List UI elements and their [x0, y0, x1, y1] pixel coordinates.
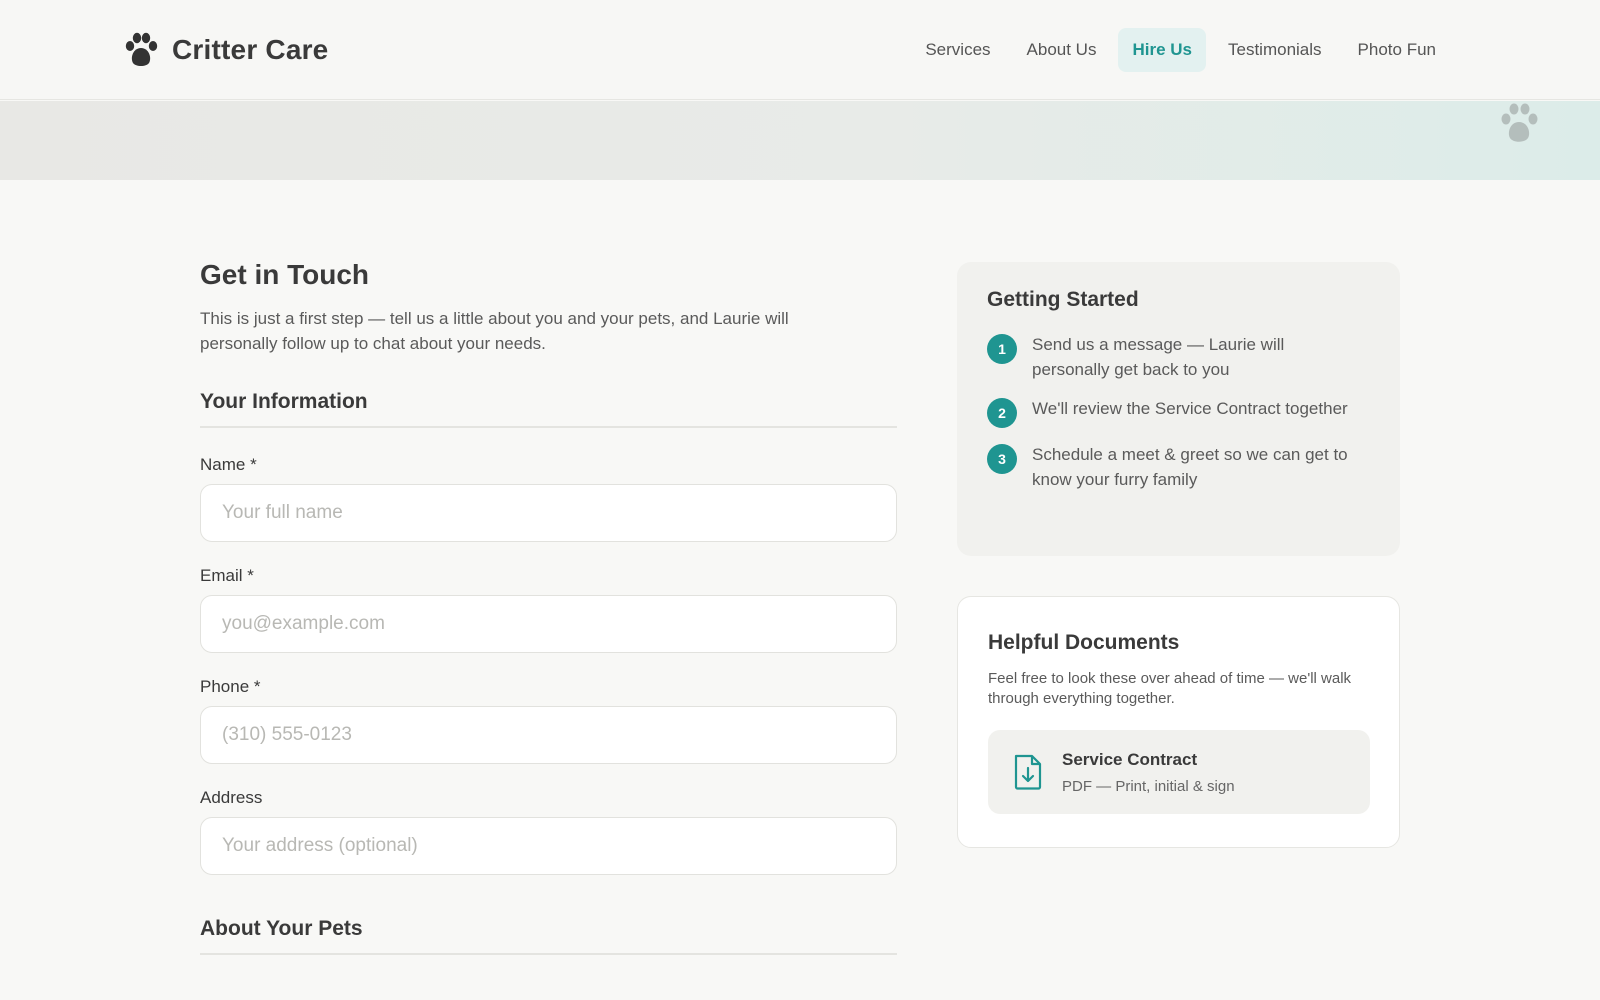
address-input[interactable] [200, 816, 897, 875]
contact-form-section: Get in Touch This is just a first step —… [200, 258, 897, 955]
address-label: Address [200, 787, 263, 807]
steps-list: 1 Send us a message — Laurie will person… [987, 332, 1370, 492]
brand-logo[interactable]: Critter Care [124, 28, 328, 72]
doc-title: Service Contract [1062, 749, 1198, 769]
name-field-group: Name * [200, 455, 897, 542]
brand-name: Critter Care [172, 34, 329, 65]
helpful-documents-card: Helpful Documents Feel free to look thes… [957, 596, 1400, 848]
hero-banner [0, 101, 1600, 180]
phone-field-group: Phone * [200, 677, 897, 764]
main-nav: Services About Us Hire Us Testimonials P… [911, 28, 1450, 72]
step-item: 3 Schedule a meet & greet so we can get … [987, 442, 1370, 492]
step-number-badge: 3 [987, 444, 1017, 474]
email-field-group: Email * [200, 566, 897, 653]
phone-label: Phone * [200, 676, 261, 696]
step-item: 1 Send us a message — Laurie will person… [987, 332, 1370, 382]
phone-input[interactable] [200, 705, 897, 764]
getting-started-card: Getting Started 1 Send us a message — La… [957, 262, 1400, 556]
doc-subtitle: PDF — Print, initial & sign [1062, 777, 1235, 795]
doc-text: Service Contract PDF — Print, initial & … [1062, 750, 1235, 795]
page-title: Get in Touch [200, 259, 370, 290]
name-input[interactable] [200, 483, 897, 542]
helpful-documents-title: Helpful Documents [988, 631, 1180, 654]
paw-decoration-icon [1501, 103, 1538, 142]
email-label: Email * [200, 565, 254, 585]
step-text: Send us a message — Laurie will personal… [1032, 335, 1285, 379]
step-number-badge: 1 [987, 334, 1017, 364]
nav-item-hire-us[interactable]: Hire Us [1118, 28, 1206, 72]
nav-item-photo-fun[interactable]: Photo Fun [1344, 28, 1450, 72]
section-title-about-your-pets: About Your Pets [200, 917, 897, 955]
helpful-documents-description: Feel free to look these over ahead of ti… [988, 670, 1352, 707]
step-number-badge: 2 [987, 398, 1017, 428]
paw-icon [125, 32, 158, 66]
service-contract-download[interactable]: Service Contract PDF — Print, initial & … [988, 730, 1370, 814]
step-text: We'll review the Service Contract togeth… [1032, 399, 1348, 418]
file-download-icon [1014, 754, 1042, 790]
step-text: Schedule a meet & greet so we can get to… [1032, 445, 1348, 489]
nav-item-testimonials[interactable]: Testimonials [1214, 28, 1336, 72]
section-title-your-information: Your Information [200, 390, 897, 428]
name-label: Name * [200, 454, 257, 474]
address-field-group: Address [200, 788, 897, 875]
getting-started-title: Getting Started [987, 288, 1139, 311]
step-item: 2 We'll review the Service Contract toge… [987, 396, 1370, 428]
intro-text: This is just a first step — tell us a li… [200, 308, 789, 353]
nav-item-services[interactable]: Services [911, 28, 1004, 72]
nav-item-about-us[interactable]: About Us [1013, 28, 1111, 72]
site-header: Critter Care Services About Us Hire Us T… [0, 0, 1600, 100]
email-input[interactable] [200, 594, 897, 653]
